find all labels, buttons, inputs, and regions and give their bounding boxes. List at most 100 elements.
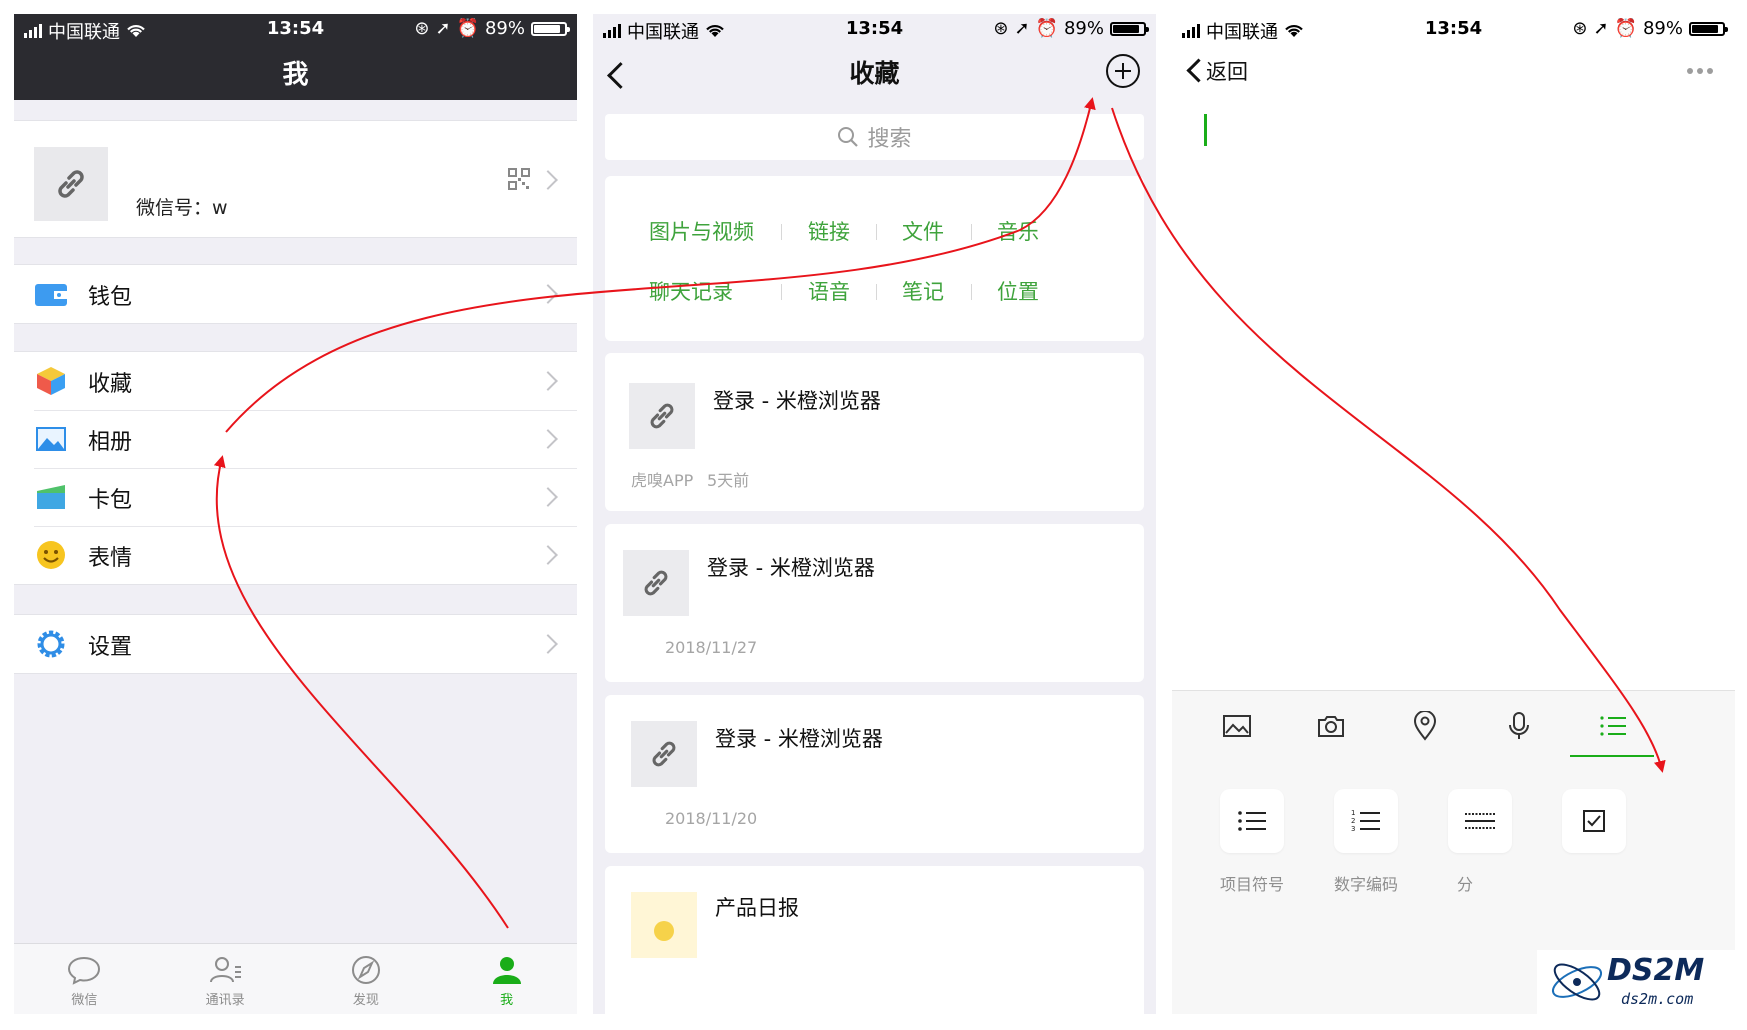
voice-button[interactable] — [1502, 709, 1536, 743]
alarm-icon: ⏰ — [1614, 18, 1637, 39]
tab-bar: 微信 通讯录 发现 我 — [14, 943, 577, 1014]
numbered-list-button[interactable]: 123 — [1334, 789, 1398, 853]
card-wallet-icon — [37, 485, 65, 509]
filter-location[interactable]: 位置 — [997, 276, 1039, 306]
item-date: 2018/11/27 — [665, 638, 758, 657]
favorite-item[interactable]: 产品日报 — [605, 866, 1144, 1014]
divider — [781, 224, 782, 240]
image-icon — [1223, 715, 1251, 737]
menu-label: 相册 — [88, 430, 133, 455]
tab-chats[interactable]: 微信 — [14, 944, 155, 1014]
divider — [971, 224, 972, 240]
cube-icon — [37, 367, 65, 395]
alarm-icon: ⏰ — [456, 18, 479, 39]
menu-item-settings[interactable]: 设置 — [14, 615, 577, 673]
chevron-right-icon — [538, 371, 558, 391]
filter-links[interactable]: 链接 — [808, 216, 850, 246]
wallet-section: 钱包 — [14, 264, 577, 324]
menu-item-album[interactable]: 相册 — [14, 410, 577, 468]
chevron-right-icon — [538, 429, 558, 449]
chevron-right-icon — [538, 634, 558, 654]
wallet-icon — [35, 284, 67, 306]
svg-text:DS2M: DS2M — [1607, 953, 1704, 988]
chevron-right-icon — [538, 170, 558, 190]
item-title: 登录 - 米橙浏览器 — [707, 556, 875, 580]
back-button[interactable]: 返回 — [1206, 56, 1248, 86]
filter-files[interactable]: 文件 — [902, 216, 944, 246]
format-panel: 项目符号 123 数字编码 分 DS2M ds2m.com — [1172, 759, 1735, 1014]
status-bar: 中国联通 13:54 ⊛ ➚ ⏰ 89% — [14, 14, 577, 44]
menu-item-favorites[interactable]: 收藏 — [14, 352, 577, 410]
search-placeholder: 搜索 — [867, 127, 912, 152]
gear-icon — [37, 630, 65, 658]
location-icon: ➚ — [1593, 18, 1609, 39]
chevron-right-icon — [538, 545, 558, 565]
checkbox-button[interactable] — [1562, 789, 1626, 853]
favorites-section: 收藏 相册 卡包 表情 — [14, 351, 577, 585]
more-options-icon[interactable] — [1687, 68, 1713, 74]
link-icon — [58, 170, 84, 198]
rotation-lock-icon: ⊛ — [993, 18, 1009, 39]
bullet-list-button[interactable] — [1220, 789, 1284, 853]
camera-button[interactable] — [1314, 709, 1348, 743]
chevron-right-icon — [538, 487, 558, 507]
link-thumbnail — [631, 721, 697, 787]
divider — [876, 284, 877, 300]
favorite-item[interactable]: 登录 - 米橙浏览器 2018/11/20 — [605, 695, 1144, 853]
item-date: 2018/11/20 — [665, 809, 758, 828]
wechat-id: 微信号：w — [136, 197, 228, 219]
me-screen: 中国联通 13:54 ⊛ ➚ ⏰ 89% 我 微信号：w 钱包 收藏 相册 卡包… — [14, 14, 577, 1014]
contacts-icon — [210, 957, 242, 983]
menu-label: 钱包 — [88, 285, 133, 310]
tab-me[interactable]: 我 — [436, 944, 577, 1014]
favorites-screen: 中国联通 13:54 ⊛ ➚ ⏰ 89% 收藏 搜索 图片与视频 链接 文件 音乐 聊… — [593, 14, 1156, 1014]
filter-chat-history[interactable]: 聊天记录 — [649, 276, 733, 306]
location-icon: ➚ — [435, 18, 451, 39]
link-icon — [652, 741, 676, 767]
tab-contacts[interactable]: 通讯录 — [155, 944, 296, 1014]
insert-image-button[interactable] — [1220, 709, 1254, 743]
menu-label: 设置 — [88, 635, 133, 660]
item-title: 登录 - 米橙浏览器 — [713, 389, 881, 413]
divider — [876, 224, 877, 240]
active-tool-indicator — [1570, 755, 1654, 757]
format-label: 数字编码 — [1333, 875, 1398, 894]
camera-icon — [1318, 716, 1344, 737]
qr-code-icon[interactable] — [507, 167, 531, 191]
menu-item-stickers[interactable]: 表情 — [14, 526, 577, 584]
list-format-button[interactable] — [1596, 709, 1630, 743]
battery-percent: 89% — [1642, 18, 1683, 39]
item-title: 登录 - 米橙浏览器 — [715, 727, 883, 751]
format-label: 项目符号 — [1219, 875, 1284, 894]
filter-music[interactable]: 音乐 — [997, 216, 1039, 246]
note-toolbar — [1172, 690, 1735, 760]
tab-discover[interactable]: 发现 — [296, 944, 437, 1014]
menu-item-cards[interactable]: 卡包 — [14, 468, 577, 526]
avatar[interactable] — [34, 147, 108, 221]
battery-icon — [1689, 21, 1728, 36]
tab-label: 微信 — [71, 993, 98, 1008]
favorite-item[interactable]: 登录 - 米橙浏览器 2018/11/27 — [605, 524, 1144, 682]
location-button[interactable] — [1408, 709, 1442, 743]
link-icon — [650, 403, 674, 429]
profile-card[interactable]: 微信号：w — [14, 120, 577, 238]
divider-button[interactable] — [1448, 789, 1512, 853]
link-thumbnail — [623, 550, 689, 616]
menu-item-wallet[interactable]: 钱包 — [14, 265, 577, 323]
tab-label: 通讯录 — [205, 993, 245, 1008]
menu-label: 表情 — [88, 546, 133, 571]
alarm-icon: ⏰ — [1035, 18, 1058, 39]
search-bar[interactable]: 搜索 — [605, 114, 1144, 160]
photo-icon — [36, 427, 66, 451]
chat-bubble-icon — [68, 956, 101, 985]
item-time: 5天前 — [707, 471, 750, 490]
item-title: 产品日报 — [715, 896, 799, 920]
favorite-item[interactable]: 登录 - 米橙浏览器 虎嗅APP 5天前 — [605, 353, 1144, 511]
numbered-list-icon: 123 — [1351, 809, 1380, 833]
microphone-icon — [1509, 712, 1529, 739]
text-cursor[interactable] — [1204, 114, 1207, 146]
filter-notes[interactable]: 笔记 — [902, 276, 944, 306]
add-note-button[interactable] — [1106, 54, 1140, 88]
filter-photos-videos[interactable]: 图片与视频 — [649, 216, 754, 246]
filter-voice[interactable]: 语音 — [808, 276, 850, 306]
